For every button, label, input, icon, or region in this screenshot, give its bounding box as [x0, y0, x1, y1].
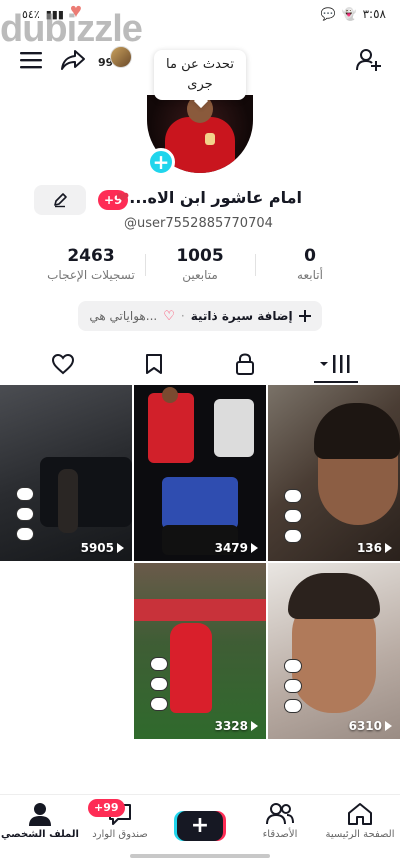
menu-icon[interactable]	[16, 48, 46, 72]
heart-outline-icon: ♡	[163, 308, 175, 324]
play-icon	[251, 543, 258, 553]
emoji-stickers	[284, 659, 302, 713]
following-count: 0	[304, 246, 316, 266]
video-tile[interactable]: 3328	[134, 563, 266, 739]
video-views: 3479	[215, 541, 258, 555]
nav-inbox-label: صندوق الوارد	[92, 829, 148, 840]
friends-icon	[266, 803, 294, 825]
followers-count: 1005	[176, 246, 224, 266]
nav-friends-label: الأصدقاء	[262, 829, 298, 840]
video-tile[interactable]: 5905	[0, 385, 132, 561]
watermark-logo: dubizzle ♥	[0, 0, 143, 50]
video-views: 5905	[81, 541, 124, 555]
likes-label: تسجيلات الإعجاب	[47, 268, 135, 282]
add-avatar-plus-icon[interactable]: +	[147, 148, 175, 176]
heart-emoji-icon: ❤	[115, 188, 130, 207]
nav-create[interactable]: +	[160, 801, 240, 841]
pencil-icon	[54, 193, 67, 208]
add-bio-button[interactable]: إضافة سيرة ذاتية · ♡ هواياتي هي...	[78, 301, 322, 331]
plus-icon	[298, 310, 311, 322]
status-tooltip[interactable]: تحدث عن ما جرى	[154, 50, 246, 100]
grid-videos-icon	[320, 355, 350, 373]
watermark-heart-icon: ♥	[70, 0, 82, 22]
video-views: 6310	[349, 719, 392, 733]
play-icon	[117, 543, 124, 553]
add-bio-label: إضافة سيرة ذاتية	[190, 309, 293, 323]
emoji-stickers	[150, 657, 168, 711]
hobbies-label: هواياتي هي...	[89, 309, 158, 323]
person-filled-icon	[29, 803, 51, 826]
home-icon	[348, 803, 372, 825]
nav-profile-label: الملف الشخصي	[1, 829, 79, 840]
play-icon	[251, 721, 258, 731]
video-views: 3328	[215, 719, 258, 733]
play-icon	[385, 721, 392, 731]
create-plus-button[interactable]: +	[177, 811, 223, 841]
nav-friends[interactable]: الأصدقاء	[240, 801, 320, 840]
video-tile[interactable]: 6310	[268, 563, 400, 739]
message-icon: 💬	[320, 7, 336, 21]
nav-home-label: الصفحة الرئيسية	[325, 829, 395, 840]
video-tile[interactable]: 136	[268, 385, 400, 561]
followers-label: متابعين	[182, 268, 218, 282]
nav-home[interactable]: الصفحة الرئيسية	[320, 801, 400, 840]
bio-separator: ·	[180, 309, 185, 323]
home-indicator	[130, 854, 270, 858]
content-tabs	[0, 345, 400, 385]
clock: ٣:٥٨	[362, 7, 386, 21]
tab-private[interactable]	[225, 349, 265, 379]
lock-icon	[236, 353, 254, 375]
emoji-stickers	[284, 489, 302, 543]
display-name-text: امام عاشور ابن الاه...	[129, 188, 302, 207]
name-row: +9 امام عاشور ابن الاه...❤	[0, 185, 400, 215]
video-views: 136	[357, 541, 392, 555]
snapchat-icon: 👻	[341, 7, 357, 21]
video-tile[interactable]: 3479	[134, 385, 266, 561]
nav-profile[interactable]: الملف الشخصي	[0, 801, 80, 840]
edit-profile-button[interactable]	[34, 185, 86, 215]
tab-videos[interactable]	[316, 349, 356, 379]
bottom-nav: الملف الشخصي صندوق الوارد + الأصدقاء الص…	[0, 794, 400, 850]
display-name: امام عاشور ابن الاه...❤	[116, 188, 302, 207]
tab-liked[interactable]	[43, 349, 83, 379]
likes-count: 2463	[67, 246, 115, 266]
following-label: أتابعه	[297, 268, 323, 282]
tab-saved[interactable]	[134, 349, 174, 379]
emoji-stickers	[16, 487, 34, 541]
username: @user7552885770704	[124, 216, 273, 231]
status-right: ٣:٥٨ 👻 💬	[321, 7, 386, 21]
add-friend-icon[interactable]	[354, 46, 384, 74]
inbox-badge: +99	[88, 799, 125, 817]
active-tab-indicator	[314, 381, 358, 383]
following-stat[interactable]: 0 أتابعه	[255, 246, 365, 282]
likes-stat[interactable]: 2463 تسجيلات الإعجاب	[36, 246, 146, 282]
play-icon	[385, 543, 392, 553]
followers-stat[interactable]: 1005 متابعين	[145, 246, 255, 282]
stats-row: 2463 تسجيلات الإعجاب 1005 متابعين 0 أتاب…	[0, 246, 400, 286]
heart-outline-icon	[51, 353, 75, 375]
bookmark-icon	[146, 354, 162, 374]
